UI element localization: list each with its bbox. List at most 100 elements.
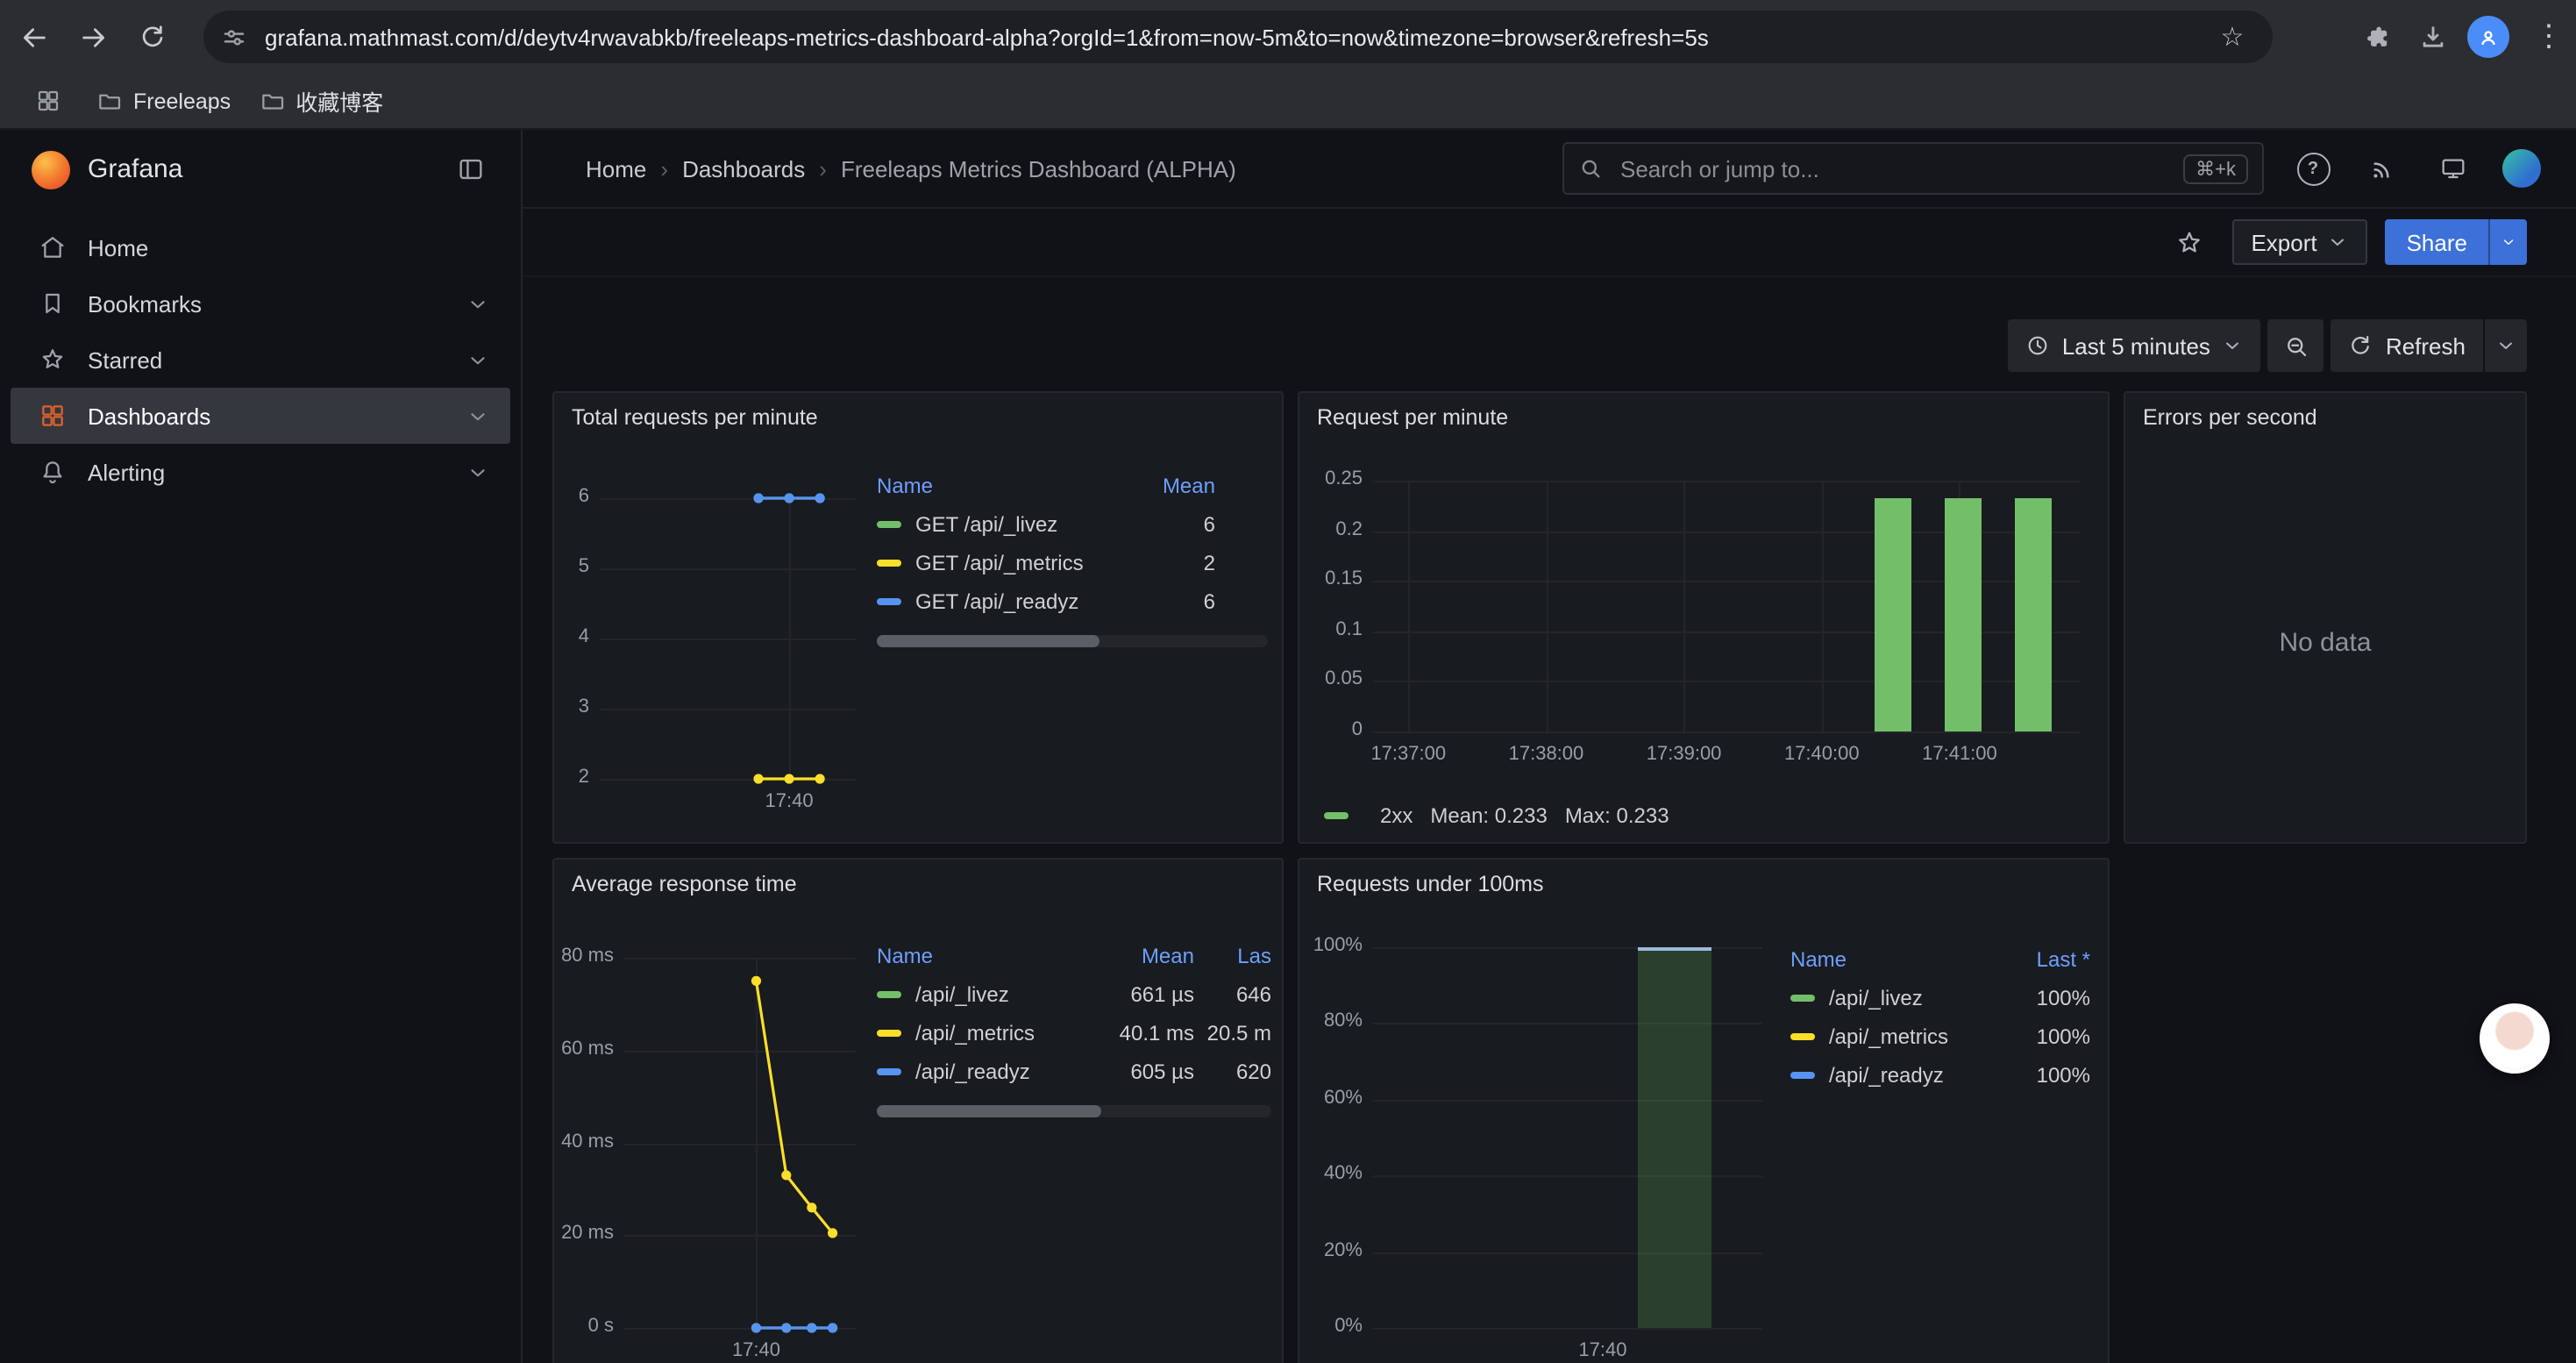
series-name: /api/_livez bbox=[1829, 986, 1999, 1010]
breadcrumb-dashboards[interactable]: Dashboards bbox=[682, 155, 805, 182]
y-axis-label: 20% bbox=[1306, 1239, 1363, 1260]
series-name: GET /api/_livez bbox=[915, 512, 1124, 537]
metrics-series-point bbox=[807, 1202, 816, 1212]
sidebar-item-home[interactable]: Home bbox=[11, 219, 510, 275]
legend-col-name[interactable]: Name bbox=[877, 944, 1103, 968]
panel-title[interactable]: Average response time bbox=[554, 860, 1282, 909]
refresh-interval-dropdown[interactable] bbox=[2485, 319, 2527, 372]
legend-item[interactable]: /api/_livez 100% bbox=[1790, 979, 2090, 1017]
y-axis-label: 60% bbox=[1306, 1088, 1363, 1109]
browser-menu-button[interactable]: ⋮ bbox=[2523, 18, 2562, 56]
back-button[interactable] bbox=[7, 11, 60, 63]
series-mean: 605 µs bbox=[1103, 1060, 1194, 1084]
profile-button[interactable] bbox=[2467, 16, 2509, 58]
export-button[interactable]: Export bbox=[2231, 219, 2367, 265]
forward-icon bbox=[78, 22, 108, 52]
refresh-button[interactable]: Refresh bbox=[2331, 319, 2483, 372]
panel-title[interactable]: Total requests per minute bbox=[554, 393, 1282, 442]
grid-icon bbox=[35, 88, 61, 114]
star-icon bbox=[39, 346, 67, 374]
chevron-down-icon[interactable] bbox=[466, 348, 489, 371]
zoom-out-button[interactable] bbox=[2268, 319, 2324, 372]
no-data-message: No data bbox=[2125, 442, 2525, 842]
sidebar-item-alerting[interactable]: Alerting bbox=[11, 444, 510, 500]
panel-legend[interactable]: 2xx Mean: 0.233 Max: 0.233 bbox=[1324, 803, 1669, 828]
chevron-down-icon[interactable] bbox=[466, 292, 489, 315]
legend-col-name[interactable]: Name bbox=[877, 474, 1124, 498]
legend-item[interactable]: /api/_readyz 100% bbox=[1790, 1056, 2090, 1095]
gridline bbox=[1684, 481, 1686, 731]
sidebar-item-label: Home bbox=[88, 234, 489, 260]
series-name: GET /api/_readyz bbox=[915, 589, 1124, 614]
x-axis-label: 17:38:00 bbox=[1490, 744, 1602, 765]
site-settings-icon[interactable] bbox=[221, 24, 247, 50]
news-button[interactable] bbox=[2362, 147, 2404, 189]
download-icon bbox=[2417, 22, 2447, 52]
puzzle-icon bbox=[2361, 22, 2391, 52]
legend-item[interactable]: GET /api/_metrics 2 bbox=[877, 544, 1268, 582]
scrollbar-thumb[interactable] bbox=[877, 1105, 1102, 1117]
legend-item[interactable]: /api/_metrics 100% bbox=[1790, 1017, 2090, 1056]
legend-col-name[interactable]: Name bbox=[1790, 947, 1999, 972]
gridline bbox=[1546, 481, 1548, 731]
series-mean: 6 bbox=[1124, 512, 1215, 537]
bookmark-page-button[interactable]: ☆ bbox=[2210, 14, 2255, 60]
reload-button[interactable] bbox=[126, 11, 179, 63]
scrollbar-thumb[interactable] bbox=[877, 635, 1099, 647]
readyz-series-point bbox=[781, 1323, 791, 1332]
legend-col-last[interactable]: Last * bbox=[1999, 947, 2090, 972]
sidebar-item-dashboards[interactable]: Dashboards bbox=[11, 388, 510, 444]
legend-item[interactable]: GET /api/_livez 6 bbox=[877, 505, 1268, 544]
extensions-button[interactable] bbox=[2355, 16, 2397, 58]
time-range-picker[interactable]: Last 5 minutes bbox=[2008, 319, 2261, 372]
x-axis-label: 17:37:00 bbox=[1352, 744, 1464, 765]
legend-item[interactable]: /api/_metrics 40.1 ms 20.5 m bbox=[877, 1014, 1271, 1053]
legend-item[interactable]: /api/_livez 661 µs 646 bbox=[877, 975, 1271, 1014]
share-button[interactable]: Share bbox=[2386, 219, 2488, 265]
readyz-series-point bbox=[807, 1323, 816, 1332]
bookmark-freeleaps[interactable]: Freeleaps bbox=[82, 81, 245, 121]
chevron-down-icon bbox=[2495, 335, 2516, 356]
omnibox[interactable]: grafana.mathmast.com/d/deytv4rwavabkb/fr… bbox=[203, 11, 2273, 63]
sidebar-item-bookmarks[interactable]: Bookmarks bbox=[11, 275, 510, 332]
panel-request-per-minute: Request per minute 0.250.20.150.10.05017… bbox=[1298, 391, 2110, 844]
metrics-series-point bbox=[753, 774, 763, 783]
panel-title[interactable]: Request per minute bbox=[1299, 393, 2108, 442]
panel-title[interactable]: Requests under 100ms bbox=[1299, 860, 2108, 909]
chevron-down-icon[interactable] bbox=[466, 460, 489, 483]
time-range-label: Last 5 minutes bbox=[2062, 332, 2210, 359]
breadcrumb-home[interactable]: Home bbox=[586, 155, 646, 182]
series-last: 20.5 m bbox=[1194, 1021, 1271, 1045]
search-box[interactable]: ⌘+k bbox=[1562, 142, 2264, 195]
gridline bbox=[1373, 731, 2080, 733]
kiosk-mode-button[interactable] bbox=[2432, 147, 2474, 189]
sidebar-item-label: Dashboards bbox=[88, 403, 466, 429]
apps-grid-icon[interactable] bbox=[25, 86, 72, 116]
legend-col-mean[interactable]: Mean bbox=[1103, 944, 1194, 968]
help-icon: ? bbox=[2296, 152, 2330, 185]
legend-item[interactable]: GET /api/_readyz 6 bbox=[877, 582, 1268, 621]
panel-total-requests-per-minute: Total requests per minute 6543217:40 Nam… bbox=[552, 391, 1284, 844]
sidebar-item-starred[interactable]: Starred bbox=[11, 332, 510, 388]
legend-col-mean[interactable]: Mean bbox=[1124, 474, 1215, 498]
bookmark-blog-folder[interactable]: 收藏博客 bbox=[245, 77, 397, 125]
favorite-dashboard-button[interactable] bbox=[2163, 225, 2214, 259]
help-button[interactable]: ? bbox=[2292, 147, 2334, 189]
chevron-down-icon[interactable] bbox=[466, 404, 489, 427]
panel-title[interactable]: Errors per second bbox=[2125, 393, 2525, 442]
grafana-logo[interactable] bbox=[32, 150, 70, 189]
legend-item[interactable]: /api/_readyz 605 µs 620 bbox=[877, 1053, 1271, 1091]
chevron-down-icon bbox=[2223, 335, 2244, 356]
browser-actions: ⋮ bbox=[2355, 0, 2562, 74]
downloads-button[interactable] bbox=[2411, 16, 2453, 58]
search-input[interactable] bbox=[1617, 153, 2183, 183]
series-color-swatch bbox=[877, 1068, 901, 1075]
share-dropdown-button[interactable] bbox=[2488, 219, 2527, 265]
legend-col-last[interactable]: Las bbox=[1194, 944, 1271, 968]
dock-sidebar-button[interactable] bbox=[445, 153, 496, 186]
floating-assistant-avatar[interactable] bbox=[2480, 1003, 2550, 1074]
forward-button[interactable] bbox=[67, 11, 119, 63]
user-avatar[interactable] bbox=[2502, 149, 2541, 188]
series-color-swatch bbox=[877, 1030, 901, 1037]
url-bar[interactable]: grafana.mathmast.com/d/deytv4rwavabkb/fr… bbox=[265, 24, 2210, 50]
